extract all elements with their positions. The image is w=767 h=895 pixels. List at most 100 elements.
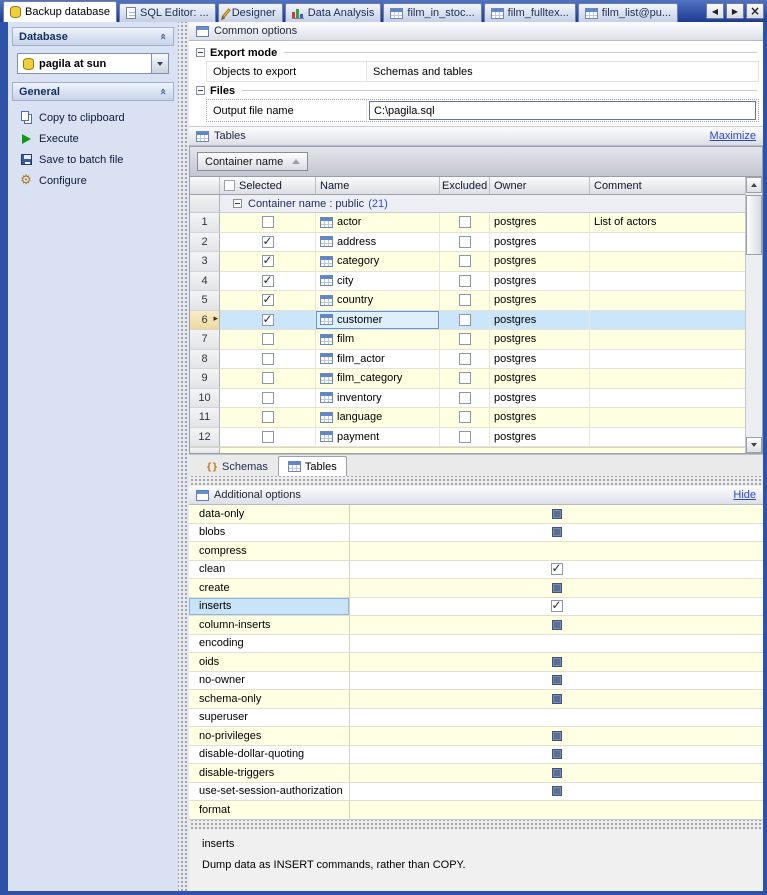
sidebar-action[interactable]: Configure (8, 170, 178, 191)
option-row[interactable]: use-set-session-authorization (189, 782, 763, 801)
sidebar-action[interactable]: Copy to clipboard (8, 107, 178, 128)
name-cell[interactable]: payment (316, 427, 440, 447)
horizontal-splitter[interactable] (189, 476, 763, 486)
excluded-checkbox[interactable] (458, 411, 471, 424)
selected-cell[interactable] (220, 369, 316, 389)
option-checkbox[interactable] (551, 508, 562, 519)
selected-checkbox[interactable] (261, 411, 274, 424)
selected-cell[interactable] (220, 271, 316, 291)
excluded-checkbox[interactable] (458, 391, 471, 404)
sidebar-section-general[interactable]: General « (12, 82, 174, 101)
selected-checkbox[interactable] (261, 430, 274, 443)
selected-checkbox[interactable] (261, 273, 274, 287)
option-value-cell[interactable] (350, 727, 763, 746)
excluded-checkbox[interactable] (458, 294, 471, 307)
output-file-name-input[interactable]: C:\pagila.sql (369, 101, 756, 120)
option-label[interactable]: compress (189, 542, 350, 561)
selected-cell[interactable] (220, 427, 316, 447)
excluded-cell[interactable] (440, 349, 490, 369)
column-header-selected[interactable]: Selected (220, 177, 316, 194)
window-tab[interactable]: Backup database (3, 1, 118, 22)
view-tab[interactable]: Schemas (196, 456, 278, 476)
option-value-cell[interactable] (350, 635, 763, 653)
name-cell[interactable]: inventory (316, 388, 440, 408)
collapse-chevron-icon[interactable]: « (157, 88, 170, 95)
selected-checkbox[interactable] (261, 352, 274, 365)
option-checkbox[interactable] (551, 693, 562, 704)
option-label[interactable]: format (189, 801, 350, 819)
excluded-checkbox[interactable] (458, 235, 471, 248)
files-group-title[interactable]: Files (193, 82, 759, 99)
excluded-checkbox[interactable] (458, 313, 471, 326)
option-value-cell[interactable] (350, 598, 763, 616)
table-row[interactable]: 9 film_category postgres (190, 369, 745, 389)
close-tab-button[interactable]: × (746, 3, 764, 19)
window-tab[interactable]: Data Analysis (284, 3, 382, 22)
table-row[interactable]: 6 customer postgres (190, 310, 745, 330)
column-header-owner[interactable]: Owner (490, 177, 590, 194)
option-value-cell[interactable] (350, 505, 763, 524)
horizontal-splitter[interactable] (189, 820, 763, 830)
excluded-cell[interactable] (440, 310, 490, 330)
option-row[interactable]: compress (189, 542, 763, 561)
collapse-chevron-icon[interactable]: « (157, 33, 170, 40)
name-cell[interactable]: actor (316, 213, 440, 233)
option-row[interactable]: blobs (189, 523, 763, 542)
window-tab[interactable]: film_list@pu... (577, 3, 679, 22)
option-label[interactable]: use-set-session-authorization (189, 782, 350, 801)
selected-checkbox[interactable] (261, 391, 274, 404)
excluded-cell[interactable] (440, 369, 490, 389)
excluded-cell[interactable] (440, 291, 490, 311)
table-row[interactable]: 11 language postgres (190, 408, 745, 428)
selected-cell[interactable] (220, 232, 316, 252)
selected-checkbox[interactable] (261, 312, 274, 326)
excluded-cell[interactable] (440, 252, 490, 272)
option-value-cell[interactable] (350, 653, 763, 672)
option-label[interactable]: disable-dollar-quoting (189, 745, 350, 764)
option-row[interactable]: disable-triggers (189, 764, 763, 783)
option-value-cell[interactable] (350, 616, 763, 635)
name-cell[interactable]: film_actor (316, 349, 440, 369)
column-header-comment[interactable]: Comment (590, 177, 745, 194)
excluded-cell[interactable] (440, 232, 490, 252)
name-cell[interactable]: customer (316, 310, 440, 330)
excluded-checkbox[interactable] (458, 274, 471, 287)
excluded-cell[interactable] (440, 427, 490, 447)
option-label[interactable]: data-only (189, 505, 350, 524)
table-row[interactable]: 7 film postgres (190, 330, 745, 350)
option-checkbox[interactable] (551, 675, 562, 686)
option-row[interactable]: column-inserts (189, 616, 763, 635)
option-checkbox[interactable] (551, 767, 562, 778)
selected-checkbox[interactable] (261, 234, 274, 248)
excluded-checkbox[interactable] (458, 333, 471, 346)
sidebar-action[interactable]: Save to batch file (8, 149, 178, 170)
table-row[interactable]: 12 payment postgres (190, 427, 745, 447)
excluded-checkbox[interactable] (458, 352, 471, 365)
excluded-cell[interactable] (440, 213, 490, 233)
column-header-excluded[interactable]: Excluded (440, 177, 490, 194)
name-cell[interactable]: country (316, 291, 440, 311)
database-selector[interactable]: pagila at sun (17, 53, 169, 74)
selected-cell[interactable] (220, 252, 316, 272)
table-row[interactable]: 3 category postgres (190, 252, 745, 272)
selected-cell[interactable] (220, 330, 316, 350)
sidebar-splitter[interactable] (178, 22, 189, 891)
table-row[interactable]: 10 inventory postgres (190, 388, 745, 408)
option-checkbox[interactable] (551, 582, 562, 593)
name-cell[interactable]: film (316, 330, 440, 350)
scroll-down-button[interactable] (746, 437, 762, 453)
selected-cell[interactable] (220, 213, 316, 233)
option-checkbox[interactable] (550, 598, 563, 613)
option-row[interactable]: no-privileges (189, 727, 763, 746)
option-checkbox[interactable] (551, 749, 562, 760)
maximize-link[interactable]: Maximize (710, 130, 756, 142)
option-row[interactable]: superuser (189, 708, 763, 727)
selected-cell[interactable] (220, 349, 316, 369)
excluded-checkbox[interactable] (458, 430, 471, 443)
option-label[interactable]: superuser (189, 708, 350, 727)
option-label[interactable]: inserts (189, 597, 350, 616)
hide-link[interactable]: Hide (733, 489, 756, 501)
option-checkbox[interactable] (551, 730, 562, 741)
option-label[interactable]: disable-triggers (189, 764, 350, 783)
collapse-icon[interactable] (196, 86, 205, 95)
